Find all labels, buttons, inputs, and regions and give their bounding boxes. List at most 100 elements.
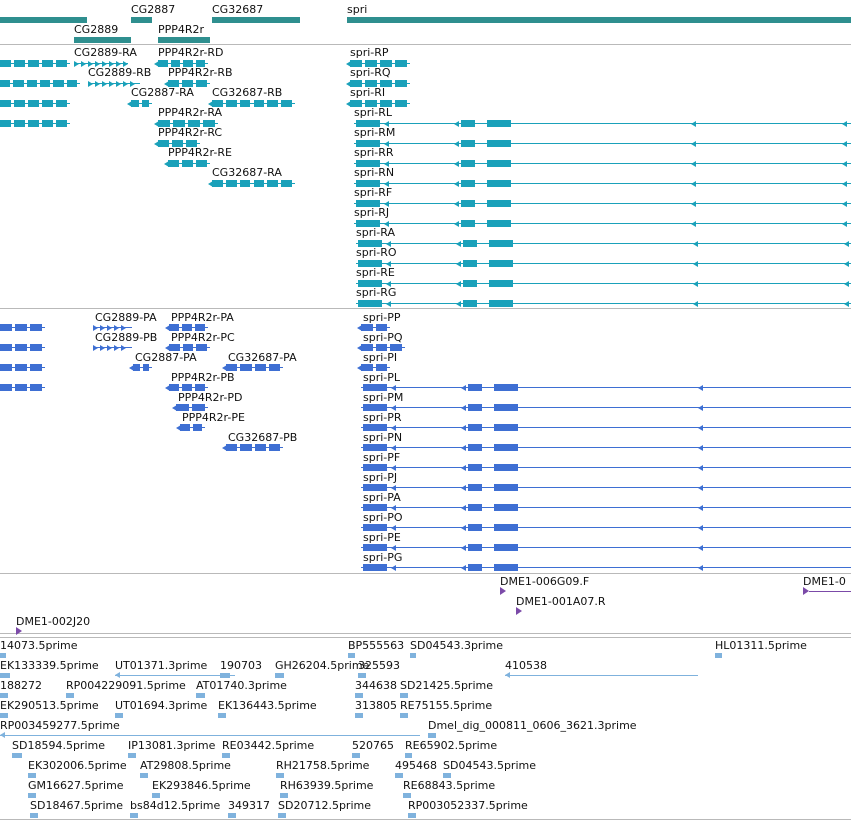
strand-arrow — [121, 344, 126, 351]
exon-block — [15, 324, 27, 331]
exon-block — [42, 120, 53, 127]
feature-label: spri-PL — [363, 371, 401, 384]
feature-label: 410538 — [505, 659, 547, 672]
feature-bar — [0, 672, 10, 678]
feature-label: SD04543.3prime — [410, 639, 503, 652]
exon-block — [240, 364, 252, 371]
strand-arrow — [95, 80, 100, 87]
strand-arrow — [0, 80, 1, 87]
feature-label: GM16627.5prime — [28, 779, 124, 792]
feature-label: EK290513.5prime — [0, 699, 99, 712]
strand-arrow — [691, 140, 696, 147]
exon-block — [494, 484, 518, 491]
exon-block — [267, 180, 279, 187]
intron-line — [361, 527, 851, 528]
feature-label: PPP4R2r-RB — [168, 66, 233, 79]
exon-block — [461, 200, 475, 207]
strand-arrow — [129, 364, 134, 371]
feature-bar — [358, 672, 366, 678]
exon-block — [494, 384, 518, 391]
exon-block — [0, 60, 11, 67]
strand-arrow — [691, 220, 696, 227]
feature-label: EK293846.5prime — [152, 779, 251, 792]
exon-block — [14, 100, 25, 107]
strand-arrow — [165, 324, 170, 331]
feature-bar — [28, 772, 36, 778]
arrow-head — [0, 732, 5, 738]
exon-block — [30, 344, 42, 351]
strand-arrow — [88, 80, 93, 87]
strand-arrow — [114, 324, 119, 331]
exon-block — [363, 524, 387, 531]
feature-label: SD21425.5prime — [400, 679, 493, 692]
strand-arrow — [698, 504, 703, 511]
feature-label: SD18594.5prime — [12, 739, 105, 752]
feature-label: DME1-001A07.R — [516, 595, 606, 608]
track-separator — [0, 44, 851, 45]
exon-block — [239, 180, 251, 187]
feature-label: CG2889-RA — [74, 46, 137, 59]
strand-arrow — [165, 384, 170, 391]
strand-arrow — [454, 120, 459, 127]
exon-block — [254, 444, 266, 451]
feature-label: 349317 — [228, 799, 270, 812]
strand-arrow — [391, 404, 396, 411]
exon-block — [494, 404, 518, 411]
feature-label: DME1-006G09.F — [500, 575, 590, 588]
strand-arrow — [691, 120, 696, 127]
exon-block — [375, 364, 387, 371]
feature-label: spri-PE — [363, 531, 401, 544]
exon-block — [363, 504, 387, 511]
exon-block — [196, 160, 207, 167]
intron-line — [361, 567, 851, 568]
strand-arrow — [461, 384, 466, 391]
feature-bar — [128, 752, 136, 758]
exon-block — [0, 364, 12, 371]
intron-line — [356, 243, 851, 244]
feature-label: spri-RE — [356, 266, 395, 279]
strand-arrow — [844, 240, 849, 247]
strand-arrow — [208, 180, 213, 187]
strand-arrow — [116, 80, 121, 87]
feature-bar — [408, 812, 416, 818]
feature-label: UT01694.3prime — [115, 699, 208, 712]
intron-line — [361, 387, 851, 388]
exon-block — [361, 324, 373, 331]
exon-block — [281, 180, 292, 187]
exon-block — [487, 180, 511, 187]
feature-label: DME1-0 — [803, 575, 846, 588]
exon-block — [358, 300, 382, 307]
exon-block — [180, 424, 190, 431]
exon-block — [281, 100, 292, 107]
feature-bar — [403, 792, 411, 798]
strand-arrow — [842, 120, 847, 127]
strand-arrow — [698, 424, 703, 431]
exon-block — [14, 60, 25, 67]
strand-arrow — [127, 100, 132, 107]
exon-block — [26, 80, 37, 87]
strand-arrow — [698, 404, 703, 411]
exon-block — [28, 100, 39, 107]
feature-label: CG32687-RA — [212, 166, 282, 179]
feature-label: spri-RQ — [350, 66, 391, 79]
exon-block — [461, 120, 475, 127]
arrow-head — [115, 672, 120, 678]
feature-label: 188272 — [0, 679, 42, 692]
intron-line — [93, 327, 132, 328]
feature-bar — [443, 772, 451, 778]
strand-arrow — [461, 544, 466, 551]
exon-block — [267, 100, 279, 107]
exon-block — [53, 80, 64, 87]
strand-arrow — [698, 444, 703, 451]
exon-block — [196, 80, 207, 87]
feature-label: RH63939.5prime — [280, 779, 374, 792]
exon-block — [463, 300, 477, 307]
arrow-head — [505, 672, 510, 678]
feature-label: CG2887-RA — [131, 86, 194, 99]
feature-label: spri-RO — [356, 246, 397, 259]
strand-arrow — [222, 444, 227, 451]
strand-arrow — [456, 300, 461, 307]
feature-label: spri-PN — [363, 431, 403, 444]
strand-arrow — [456, 260, 461, 267]
exon-block — [240, 444, 252, 451]
